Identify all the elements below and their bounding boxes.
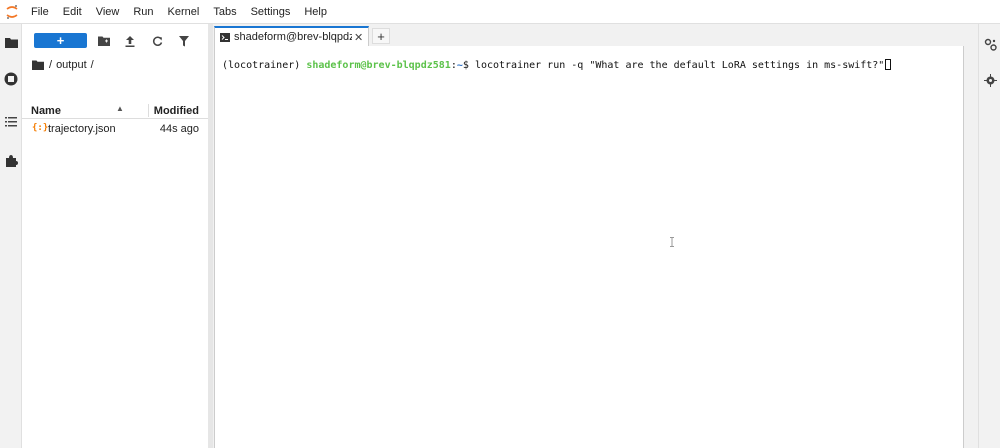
close-tab-icon[interactable]: ✕ xyxy=(354,31,363,44)
breadcrumb: / output / xyxy=(32,57,94,73)
menubar: File Edit View Run Kernel Tabs Settings … xyxy=(0,0,1000,24)
menu-tabs[interactable]: Tabs xyxy=(206,0,243,24)
menu-settings[interactable]: Settings xyxy=(244,0,298,24)
terminal-cursor xyxy=(885,59,892,70)
left-sidebar xyxy=(0,24,22,448)
property-inspector-icon[interactable] xyxy=(982,36,998,52)
file-name: trajectory.json xyxy=(48,123,116,135)
filter-icon[interactable] xyxy=(177,34,191,48)
folder-icon[interactable] xyxy=(32,60,44,70)
mouse-ibeam-cursor-icon xyxy=(670,237,674,247)
menu-help[interactable]: Help xyxy=(297,0,334,24)
menu-view[interactable]: View xyxy=(89,0,127,24)
sort-caret-icon[interactable]: ▲ xyxy=(116,104,124,113)
folder-icon[interactable] xyxy=(3,34,19,50)
file-browser-toolbar: + xyxy=(22,24,208,56)
file-list-header: Name ▲ Modified xyxy=(22,102,208,119)
new-launcher-button[interactable]: + xyxy=(34,33,87,48)
file-browser: + / output / Name ▲ Modified {:} traject… xyxy=(22,24,208,448)
terminal-prompt-line: (locotrainer) shadeform@brev-blqpdz581:~… xyxy=(222,59,892,71)
refresh-icon[interactable] xyxy=(150,34,164,48)
right-sidebar xyxy=(978,24,1000,448)
breadcrumb-root[interactable]: / xyxy=(49,59,52,71)
jupyter-logo-icon xyxy=(0,0,24,24)
add-tab-button[interactable]: + xyxy=(372,28,390,44)
stop-circle-icon[interactable] xyxy=(3,71,19,87)
debugger-icon[interactable] xyxy=(982,72,998,88)
upload-icon[interactable] xyxy=(123,34,137,48)
tab-bar: shadeform@brev-blqpdz5§ ✕ + xyxy=(214,26,964,46)
terminal-icon xyxy=(220,32,230,42)
conda-env: (locotrainer) xyxy=(222,60,301,71)
tab-label: shadeform@brev-blqpdz5§ xyxy=(234,31,352,43)
file-row[interactable]: {:} trajectory.json 44s ago xyxy=(22,120,208,138)
puzzle-icon[interactable] xyxy=(3,152,19,168)
menu-run[interactable]: Run xyxy=(126,0,160,24)
menu-kernel[interactable]: Kernel xyxy=(161,0,207,24)
file-modified: 44s ago xyxy=(159,123,199,135)
column-name-header[interactable]: Name xyxy=(31,105,61,117)
breadcrumb-output[interactable]: output xyxy=(56,59,87,71)
new-folder-icon[interactable] xyxy=(97,34,111,48)
terminal[interactable]: (locotrainer) shadeform@brev-blqpdz581:~… xyxy=(214,46,964,448)
menu-edit[interactable]: Edit xyxy=(56,0,89,24)
breadcrumb-trailing: / xyxy=(90,59,94,71)
prompt-symbol: $ xyxy=(462,60,469,71)
json-file-icon: {:} xyxy=(32,123,49,133)
list-icon[interactable] xyxy=(3,113,19,129)
terminal-command: locotrainer run -q "What are the default… xyxy=(474,60,885,71)
column-divider[interactable] xyxy=(148,104,149,117)
menu-file[interactable]: File xyxy=(24,0,56,24)
prompt-user-host: shadeform@brev-blqpdz581 xyxy=(306,60,451,71)
panel-resize-handle[interactable] xyxy=(208,24,213,448)
column-modified-header[interactable]: Modified xyxy=(154,105,199,117)
tab-terminal[interactable]: shadeform@brev-blqpdz5§ ✕ xyxy=(214,26,369,46)
terminal-scrollbar[interactable] xyxy=(949,46,963,448)
